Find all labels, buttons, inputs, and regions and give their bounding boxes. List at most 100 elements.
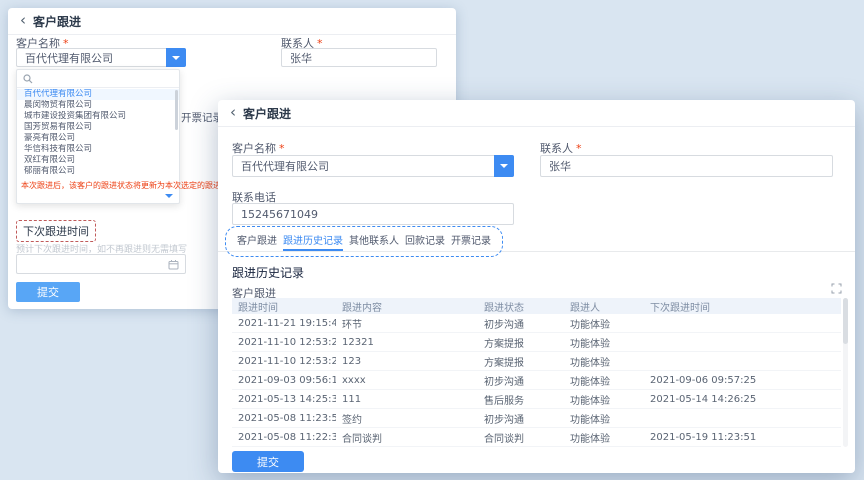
tab-item[interactable]: 回款记录: [405, 232, 445, 251]
table-row[interactable]: 2021-11-21 19:15:44环节初步沟通功能体验: [232, 314, 841, 333]
search-icon: [23, 74, 33, 84]
table-cell: 初步沟通: [478, 411, 564, 426]
phone-input[interactable]: 15245671049: [232, 203, 514, 225]
table-cell: 12321: [336, 337, 478, 348]
tab-item[interactable]: 跟进历史记录: [283, 232, 343, 251]
table-scrollbar[interactable]: [843, 298, 848, 447]
table-cell: 合同谈判: [478, 430, 564, 445]
fullscreen-icon[interactable]: [831, 283, 842, 294]
table-cell: 2021-09-03 09:56:19: [232, 375, 336, 386]
dropdown-footer: [17, 192, 179, 203]
dropdown-option[interactable]: 晨闵物贸有限公司: [17, 100, 179, 111]
chevron-down-icon: [500, 164, 508, 172]
table-cell: 初步沟通: [478, 373, 564, 388]
table-cell: 2021-05-08 11:23:56: [232, 413, 336, 424]
table-cell: 方案提报: [478, 354, 564, 369]
tab-item[interactable]: 其他联系人: [349, 232, 399, 251]
tab-bar-container: 客户跟进跟进历史记录其他联系人回款记录开票记录: [218, 228, 855, 252]
next-followup-label: 下次跟进时间: [16, 220, 96, 242]
dropdown-option[interactable]: 城市建设投资集团有限公司: [17, 111, 179, 122]
table-cell: 功能体验: [564, 392, 644, 407]
customer-dropdown-panel: 百代代理有限公司晨闵物贸有限公司城市建设投资集团有限公司国芳贸易有限公司豪亮有限…: [16, 69, 180, 204]
contact-label-text: 联系人: [540, 142, 573, 155]
table-cell: 2021-09-06 09:57:25: [644, 375, 841, 386]
dropdown-search-input[interactable]: [17, 70, 179, 88]
customer-name-value: 百代代理有限公司: [25, 50, 113, 66]
tab-bar: 客户跟进跟进历史记录其他联系人回款记录开票记录: [225, 226, 503, 257]
dropdown-scrollbar[interactable]: [175, 90, 178, 130]
table-row[interactable]: 2021-11-10 12:53:2712321方案提报功能体验: [232, 333, 841, 352]
followup-status-warning: 本次跟进后，该客户的跟进状态将更新为本次选定的跟进状态: [17, 178, 179, 192]
column-header: 跟进时间: [232, 299, 336, 314]
table-body: 2021-11-21 19:15:44环节初步沟通功能体验2021-11-10 …: [232, 314, 841, 447]
column-header: 跟进状态: [478, 299, 564, 314]
submit-button[interactable]: 提交: [16, 282, 80, 302]
table-cell: 功能体验: [564, 354, 644, 369]
table-cell: 环节: [336, 316, 478, 331]
table-row[interactable]: 2021-05-13 14:25:31111售后服务功能体验2021-05-14…: [232, 390, 841, 409]
table-cell: 售后服务: [478, 392, 564, 407]
table-header-row: 跟进时间跟进内容跟进状态跟进人下次跟进时间: [232, 298, 841, 314]
back-icon[interactable]: ‹: [20, 13, 26, 28]
table-cell: 初步沟通: [478, 316, 564, 331]
table-cell: 2021-05-19 11:23:51: [644, 432, 841, 443]
next-followup-date-input[interactable]: [16, 254, 186, 274]
phone-value: 15245671049: [241, 208, 318, 221]
table-cell: 111: [336, 394, 478, 405]
table-cell: 签约: [336, 411, 478, 426]
table-cell: 功能体验: [564, 373, 644, 388]
table-cell: xxxx: [336, 375, 478, 386]
front-window-title: 客户跟进: [243, 105, 291, 122]
submit-button[interactable]: 提交: [232, 451, 304, 472]
contact-input[interactable]: 张华: [281, 48, 437, 67]
back-window-header: ‹ 客户跟进: [8, 8, 456, 35]
contact-label: 联系人*: [540, 140, 582, 156]
customer-name-value: 百代代理有限公司: [241, 158, 329, 174]
customer-dropdown-list: 百代代理有限公司晨闵物贸有限公司城市建设投资集团有限公司国芳贸易有限公司豪亮有限…: [17, 88, 179, 178]
tab-invoice-records-partial[interactable]: 开票记录: [181, 110, 223, 125]
customer-name-label-text: 客户名称: [232, 142, 276, 155]
column-header: 跟进内容: [336, 299, 478, 314]
contact-value: 张华: [290, 50, 312, 66]
table-cell: 2021-11-10 12:53:27: [232, 356, 336, 367]
column-header: 跟进人: [564, 299, 644, 314]
back-window-title: 客户跟进: [33, 13, 81, 30]
table-cell: 合同谈判: [336, 430, 478, 445]
customer-name-select[interactable]: 百代代理有限公司: [16, 48, 186, 67]
tab-item[interactable]: 客户跟进: [237, 232, 277, 251]
dropdown-option[interactable]: 双红有限公司: [17, 155, 179, 166]
table-cell: 功能体验: [564, 335, 644, 350]
required-mark: *: [576, 142, 582, 155]
table-row[interactable]: 2021-09-03 09:56:19xxxx初步沟通功能体验2021-09-0…: [232, 371, 841, 390]
scrollbar-thumb[interactable]: [843, 298, 848, 344]
dropdown-toggle-button[interactable]: [494, 155, 514, 177]
followup-history-table: 跟进时间跟进内容跟进状态跟进人下次跟进时间 2021-11-21 19:15:4…: [232, 298, 841, 447]
dropdown-option[interactable]: 豪亮有限公司: [17, 133, 179, 144]
table-cell: 2021-05-14 14:26:25: [644, 394, 841, 405]
customer-name-select[interactable]: 百代代理有限公司: [232, 155, 514, 177]
contact-input[interactable]: 张华: [540, 155, 833, 177]
back-icon[interactable]: ‹: [230, 105, 236, 120]
table-cell: 2021-05-13 14:25:31: [232, 394, 336, 405]
table-row[interactable]: 2021-05-08 11:22:38合同谈判合同谈判功能体验2021-05-1…: [232, 428, 841, 447]
section-title: 跟进历史记录: [232, 264, 304, 281]
table-cell: 123: [336, 356, 478, 367]
dropdown-option[interactable]: 华信科技有限公司: [17, 144, 179, 155]
dropdown-toggle-button[interactable]: [166, 48, 186, 67]
calendar-icon: [168, 259, 179, 270]
dropdown-option[interactable]: 百代代理有限公司: [17, 89, 179, 100]
contact-value: 张华: [549, 158, 571, 174]
table-cell: 2021-11-10 12:53:27: [232, 337, 336, 348]
column-header: 下次跟进时间: [644, 299, 841, 314]
table-row[interactable]: 2021-11-10 12:53:27123方案提报功能体验: [232, 352, 841, 371]
dropdown-option[interactable]: 郁丽有限公司: [17, 166, 179, 177]
customer-name-label: 客户名称*: [232, 140, 285, 156]
chevron-down-icon[interactable]: [165, 194, 173, 202]
dropdown-option[interactable]: 国芳贸易有限公司: [17, 122, 179, 133]
table-row[interactable]: 2021-05-08 11:23:56签约初步沟通功能体验: [232, 409, 841, 428]
table-cell: 2021-05-08 11:22:38: [232, 432, 336, 443]
front-window-header: ‹ 客户跟进: [218, 100, 855, 127]
table-cell: 功能体验: [564, 316, 644, 331]
chevron-down-icon: [172, 56, 180, 64]
tab-item[interactable]: 开票记录: [451, 232, 491, 251]
